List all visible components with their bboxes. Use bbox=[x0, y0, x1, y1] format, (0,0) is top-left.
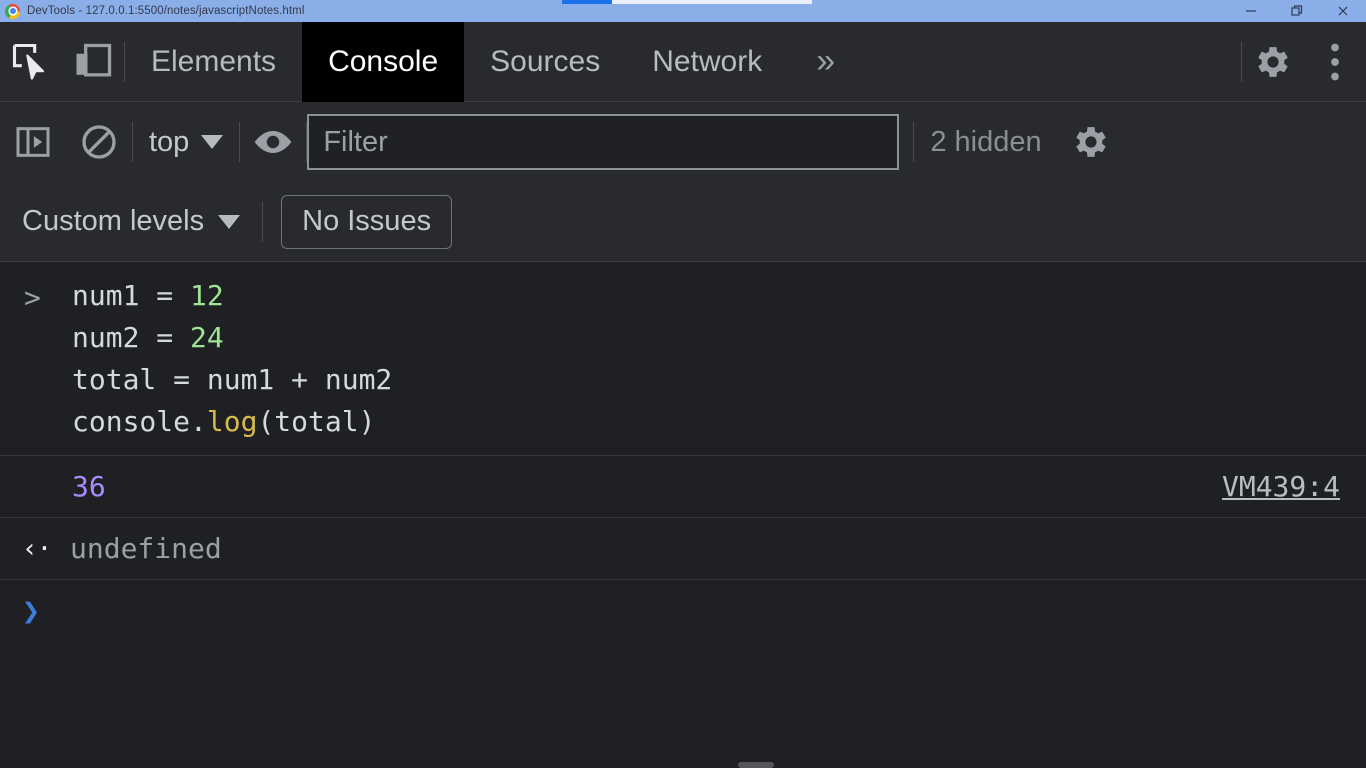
more-tabs-icon[interactable]: » bbox=[788, 22, 863, 102]
console-message-list: > num1 = 12 num2 = 24 total = num1 + num… bbox=[0, 263, 1366, 768]
horizontal-scrollbar-thumb[interactable] bbox=[738, 762, 774, 768]
close-button[interactable] bbox=[1320, 0, 1366, 22]
devtools-window: DevTools - 127.0.0.1:5500/notes/javascri… bbox=[0, 0, 1366, 768]
tab-network-label: Network bbox=[652, 44, 763, 78]
chrome-logo-icon bbox=[5, 3, 20, 19]
console-return-entry: ‹· undefined bbox=[0, 518, 1366, 580]
console-return-value: undefined bbox=[70, 532, 222, 565]
console-filter-toolbar: top 2 hidden bbox=[0, 102, 1366, 182]
chevron-down-icon bbox=[218, 214, 241, 229]
minimize-button[interactable] bbox=[1228, 0, 1274, 22]
console-input-code: num1 = 12 num2 = 24 total = num1 + num2 … bbox=[24, 263, 1366, 455]
inspect-element-icon[interactable] bbox=[0, 22, 62, 102]
window-controls bbox=[1228, 0, 1366, 22]
clear-console-icon[interactable] bbox=[66, 102, 132, 182]
tab-console-label: Console bbox=[328, 44, 439, 78]
page-load-progress-fill bbox=[562, 0, 612, 4]
tab-console[interactable]: Console bbox=[302, 21, 465, 102]
tab-sources-label: Sources bbox=[490, 44, 601, 78]
horizontal-scrollbar[interactable] bbox=[0, 762, 1366, 768]
window-title: DevTools - 127.0.0.1:5500/notes/javascri… bbox=[27, 5, 305, 17]
chevron-down-icon bbox=[201, 135, 224, 149]
console-active-prompt-row[interactable]: ❯ bbox=[0, 580, 1366, 642]
log-levels-selector[interactable]: Custom levels bbox=[0, 182, 262, 262]
console-sidebar-icon[interactable] bbox=[0, 102, 66, 182]
code-token-number: 24 bbox=[190, 321, 224, 354]
eye-icon[interactable] bbox=[240, 102, 306, 182]
console-entry-prompt-icon: > bbox=[24, 281, 41, 314]
console-settings-gear-icon[interactable] bbox=[1058, 102, 1124, 182]
levelbar-divider bbox=[262, 201, 264, 242]
tab-elements[interactable]: Elements bbox=[125, 22, 302, 102]
code-token: total = num1 + num2 bbox=[72, 363, 393, 396]
no-issues-button[interactable]: No Issues bbox=[281, 194, 453, 249]
title-bar: DevTools - 127.0.0.1:5500/notes/javascri… bbox=[0, 0, 1366, 22]
return-value-arrow-icon: ‹· bbox=[22, 533, 52, 564]
code-token: num2 = bbox=[72, 321, 191, 354]
execution-context-label: top bbox=[149, 125, 190, 158]
device-toolbar-icon[interactable] bbox=[62, 22, 124, 102]
code-token: num1 = bbox=[72, 279, 191, 312]
kebab-menu-icon[interactable] bbox=[1304, 22, 1366, 102]
tab-network[interactable]: Network bbox=[626, 22, 788, 102]
code-token-function: log bbox=[206, 405, 258, 438]
filter-input[interactable] bbox=[307, 114, 900, 170]
console-prompt-icon: ❯ bbox=[22, 593, 41, 629]
console-levels-toolbar: Custom levels No Issues bbox=[0, 182, 1366, 262]
code-token: (total) bbox=[257, 405, 376, 438]
code-token: console. bbox=[72, 405, 207, 438]
hidden-messages-count: 2 hidden bbox=[930, 125, 1042, 158]
execution-context-selector[interactable]: top bbox=[133, 102, 239, 182]
page-load-progress-bar bbox=[562, 0, 812, 4]
tab-sources[interactable]: Sources bbox=[464, 22, 626, 102]
console-input-entry[interactable]: > num1 = 12 num2 = 24 total = num1 + num… bbox=[0, 263, 1366, 456]
console-source-link[interactable]: VM439:4 bbox=[1222, 470, 1340, 503]
maximize-restore-button[interactable] bbox=[1274, 0, 1320, 22]
console-output-value: 36 bbox=[72, 470, 106, 503]
tab-elements-label: Elements bbox=[151, 44, 277, 78]
more-tabs-glyph: » bbox=[816, 42, 836, 80]
devtools-tab-bar: Elements Console Sources Network » bbox=[0, 21, 1366, 102]
gear-icon[interactable] bbox=[1242, 22, 1304, 102]
log-levels-label: Custom levels bbox=[22, 205, 205, 237]
code-token-number: 12 bbox=[190, 279, 224, 312]
console-output-entry: 36 VM439:4 bbox=[0, 456, 1366, 518]
